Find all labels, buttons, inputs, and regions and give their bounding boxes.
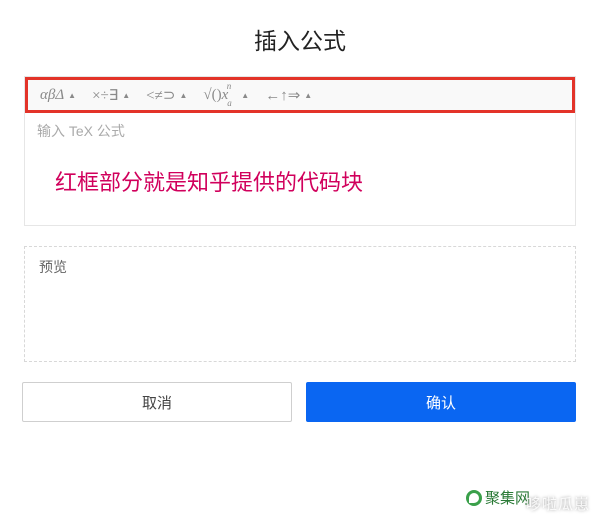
toolbar-group-operators[interactable]: ×÷∃ ▲ — [84, 86, 138, 105]
toolbar-group-greek[interactable]: αβΔ ▲ — [32, 87, 84, 104]
chevron-up-icon: ▲ — [304, 91, 312, 100]
site-logo-icon — [466, 490, 482, 506]
confirm-button[interactable]: 确认 — [306, 382, 576, 422]
author-watermark: 哆啦瓜崽 — [526, 493, 590, 514]
chevron-up-icon: ▲ — [68, 91, 76, 100]
formula-editor-panel: αβΔ ▲ ×÷∃ ▲ <≠⊃ ▲ √() xan ▲ ←↑⇒ ▲ 输入 TeX… — [24, 76, 576, 226]
toolbar-group-functions[interactable]: √() xan ▲ — [195, 85, 257, 105]
formula-input-area[interactable]: 输入 TeX 公式 红框部分就是知乎提供的代码块 — [25, 113, 575, 225]
cancel-button[interactable]: 取消 — [22, 382, 292, 422]
dialog-title: 插入公式 — [0, 0, 600, 76]
annotation-text: 红框部分就是知乎提供的代码块 — [37, 159, 563, 213]
formula-toolbar: αβΔ ▲ ×÷∃ ▲ <≠⊃ ▲ √() xan ▲ ←↑⇒ ▲ — [25, 77, 575, 113]
toolbar-func-label: √() — [203, 87, 221, 104]
toolbar-greek-label: αβΔ — [40, 87, 64, 104]
toolbar-func-xn: xan — [222, 85, 238, 105]
toolbar-group-relations[interactable]: <≠⊃ ▲ — [138, 86, 195, 105]
chevron-up-icon: ▲ — [241, 91, 249, 100]
dialog-button-row: 取消 确认 — [22, 382, 576, 422]
toolbar-rel-label: <≠⊃ — [146, 86, 175, 105]
preview-label: 预览 — [39, 257, 561, 277]
toolbar-arrows-label: ←↑⇒ — [265, 86, 300, 105]
site-watermark: 聚集网 — [466, 487, 530, 508]
chevron-up-icon: ▲ — [122, 91, 130, 100]
preview-panel: 预览 — [24, 246, 576, 362]
toolbar-group-arrows[interactable]: ←↑⇒ ▲ — [257, 86, 320, 105]
formula-input-placeholder: 输入 TeX 公式 — [37, 121, 563, 141]
site-watermark-text: 聚集网 — [485, 487, 530, 508]
toolbar-ops-label: ×÷∃ — [92, 86, 118, 105]
chevron-up-icon: ▲ — [179, 91, 187, 100]
